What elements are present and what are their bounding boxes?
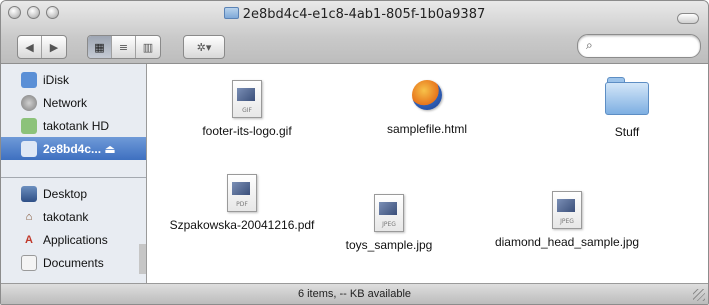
file-name: footer-its-logo.gif [202, 124, 292, 138]
file-name: toys_sample.jpg [345, 238, 433, 252]
applications-icon: A [25, 233, 33, 246]
sidebar-item-label: Applications [43, 232, 108, 247]
sidebar-item-documents[interactable]: Documents [1, 251, 146, 274]
list-view-icon: ≡ [118, 40, 129, 54]
sidebar-item-label: Network [43, 95, 88, 110]
harddrive-icon [21, 117, 37, 134]
sidebar-item-disk-image[interactable]: 2e8bd4c... ⏏ [1, 137, 146, 160]
sidebar-item-network[interactable]: Network [1, 91, 146, 114]
forward-arrow-icon: ▶ [49, 40, 59, 54]
sidebar-item-applications[interactable]: A Applications [1, 228, 146, 251]
sidebar-item-label: iDisk [43, 72, 69, 87]
disk-image-icon [21, 140, 37, 157]
resize-grip[interactable] [693, 289, 705, 301]
file-item[interactable]: JPEG diamond_head_sample.jpg [482, 191, 652, 249]
file-name: samplefile.html [386, 122, 468, 136]
status-bar: 6 items, -- KB available [1, 283, 708, 304]
firefox-icon [412, 80, 442, 110]
sidebar-item-label: Desktop [43, 186, 88, 201]
file-item[interactable]: samplefile.html [357, 80, 497, 136]
status-text: 6 items, -- KB available [297, 288, 412, 300]
file-item[interactable]: JPEG toys_sample.jpg [319, 194, 459, 252]
sidebar-item-takotank-hd[interactable]: takotank HD [1, 114, 146, 137]
pdf-file-icon: PDF [227, 174, 257, 212]
network-icon [21, 94, 37, 111]
search-field[interactable]: ⌕ [577, 34, 701, 58]
file-name: diamond_head_sample.jpg [494, 235, 640, 249]
file-name: Stuff [614, 125, 640, 139]
sidebar-item-idisk[interactable]: iDisk [1, 68, 146, 91]
sidebar-item-home[interactable]: ⌂ takotank [1, 205, 146, 228]
finder-window: 2e8bd4c4-e1c8-4ab1-805f-1b0a9387 ◀ ▶ ▦ ≡… [0, 0, 709, 305]
icon-view-button[interactable]: ▦ [88, 36, 112, 58]
sidebar-item-desktop[interactable]: Desktop [1, 182, 146, 205]
sidebar-item-label: takotank [43, 209, 89, 224]
idisk-icon [21, 71, 37, 88]
file-item[interactable]: PDF Szpakowska-20041216.pdf [161, 174, 323, 232]
file-item[interactable]: Stuff [557, 77, 697, 139]
forward-button[interactable]: ▶ [42, 36, 66, 58]
sidebar-scroll-handle[interactable] [139, 244, 146, 274]
folder-icon [605, 77, 649, 115]
window-title-text: 2e8bd4c4-e1c8-4ab1-805f-1b0a9387 [242, 7, 486, 22]
action-menu-button[interactable]: ✲▾ [184, 36, 224, 58]
disk-image-icon [223, 7, 239, 19]
window-title: 2e8bd4c4-e1c8-4ab1-805f-1b0a9387 [1, 7, 708, 22]
column-view-icon: ▥ [142, 40, 154, 54]
search-icon: ⌕ [586, 38, 593, 52]
gear-icon: ✲▾ [196, 40, 212, 54]
image-file-icon: JPEG [374, 194, 404, 232]
view-buttons: ▦ ≡ ▥ [87, 35, 161, 59]
nav-buttons: ◀ ▶ [17, 35, 67, 59]
file-item[interactable]: GIF footer-its-logo.gif [177, 80, 317, 138]
toolbar: 2e8bd4c4-e1c8-4ab1-805f-1b0a9387 ◀ ▶ ▦ ≡… [1, 1, 708, 64]
back-arrow-icon: ◀ [25, 40, 34, 54]
column-view-button[interactable]: ▥ [136, 36, 160, 58]
sidebar-item-label: Documents [43, 255, 104, 270]
sidebar-divider [1, 177, 146, 178]
file-name: Szpakowska-20041216.pdf [169, 218, 315, 232]
documents-icon [21, 254, 37, 271]
image-file-icon: JPEG [552, 191, 582, 229]
home-icon: ⌂ [25, 210, 33, 223]
toolbar-toggle-button[interactable] [677, 13, 699, 24]
image-file-icon: GIF [232, 80, 262, 118]
list-view-button[interactable]: ≡ [112, 36, 136, 58]
icon-view-icon: ▦ [94, 40, 105, 54]
action-menu: ✲▾ [183, 35, 225, 59]
sidebar-item-label: 2e8bd4c... ⏏ [43, 141, 116, 156]
desktop-icon [21, 185, 37, 202]
sidebar-item-label: takotank HD [43, 118, 110, 133]
file-area: GIF footer-its-logo.gif samplefile.html … [147, 64, 708, 285]
sidebar: iDisk Network takotank HD 2e8bd4c... ⏏ D… [1, 64, 147, 285]
back-button[interactable]: ◀ [18, 36, 42, 58]
